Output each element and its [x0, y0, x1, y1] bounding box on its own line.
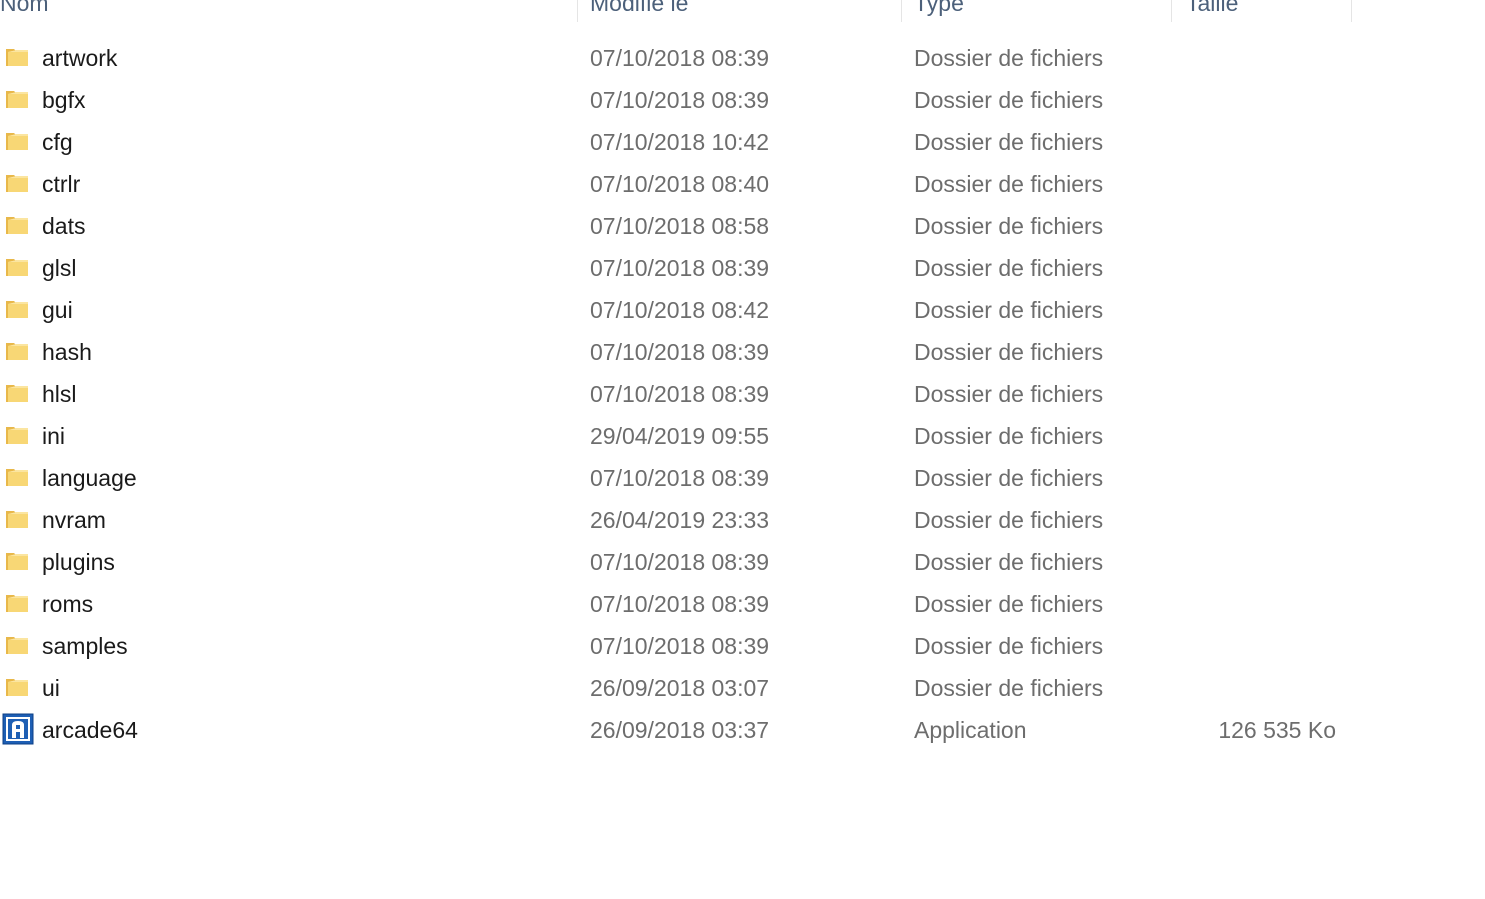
file-modified-date: 26/04/2019 23:33	[590, 507, 770, 533]
file-row[interactable]: gui 07/10/2018 08:42 Dossier de fichiers	[0, 289, 1352, 331]
file-row[interactable]: glsl 07/10/2018 08:39 Dossier de fichiers	[0, 247, 1352, 289]
file-modified-date: 07/10/2018 08:39	[590, 591, 770, 617]
file-row[interactable]: nvram 26/04/2019 23:33 Dossier de fichiers	[0, 499, 1352, 541]
folder-icon	[4, 632, 30, 658]
file-row[interactable]: cfg 07/10/2018 10:42 Dossier de fichiers	[0, 121, 1352, 163]
file-type: Dossier de fichiers	[914, 465, 1104, 491]
file-name[interactable]: glsl	[42, 247, 77, 289]
file-name[interactable]: nvram	[42, 499, 106, 541]
file-modified-date: 26/09/2018 03:37	[590, 717, 770, 743]
column-header-name[interactable]: Nom	[0, 0, 49, 22]
folder-icon	[4, 548, 30, 574]
file-name[interactable]: plugins	[42, 541, 115, 583]
folder-icon	[4, 170, 30, 196]
column-divider[interactable]	[901, 0, 902, 22]
file-type: Application	[914, 717, 1027, 743]
file-type: Dossier de fichiers	[914, 633, 1104, 659]
file-type: Dossier de fichiers	[914, 591, 1104, 617]
file-row[interactable]: arcade64 26/09/2018 03:37 Application 126 5…	[0, 709, 1352, 751]
folder-icon	[4, 296, 30, 322]
file-modified-date: 07/10/2018 08:40	[590, 171, 770, 197]
file-name[interactable]: samples	[42, 625, 128, 667]
column-header-bar: Nom Modifié le Type Taille	[0, 0, 1352, 22]
folder-icon	[4, 590, 30, 616]
folder-icon	[4, 380, 30, 406]
folder-icon	[4, 86, 30, 112]
file-type: Dossier de fichiers	[914, 675, 1104, 701]
file-name[interactable]: ctrlr	[42, 163, 80, 205]
file-size: 126 535 Ko	[1218, 717, 1336, 743]
file-explorer-list: Nom Modifié le Type Taille artwork 07/10/…	[0, 0, 1485, 899]
file-type: Dossier de fichiers	[914, 87, 1104, 113]
file-row[interactable]: samples 07/10/2018 08:39 Dossier de fichie…	[0, 625, 1352, 667]
file-row[interactable]: bgfx 07/10/2018 08:39 Dossier de fichiers	[0, 79, 1352, 121]
file-name[interactable]: artwork	[42, 37, 117, 79]
file-list: artwork 07/10/2018 08:39 Dossier de fichie…	[0, 37, 1352, 751]
folder-icon	[4, 674, 30, 700]
file-modified-date: 07/10/2018 10:42	[590, 129, 770, 155]
file-name[interactable]: ini	[42, 415, 65, 457]
file-type: Dossier de fichiers	[914, 171, 1104, 197]
file-modified-date: 07/10/2018 08:39	[590, 45, 770, 71]
file-type: Dossier de fichiers	[914, 213, 1104, 239]
file-row[interactable]: artwork 07/10/2018 08:39 Dossier de fichie…	[0, 37, 1352, 79]
column-header-type[interactable]: Type	[914, 0, 964, 22]
arcade-app-icon	[2, 713, 34, 745]
file-modified-date: 07/10/2018 08:39	[590, 633, 770, 659]
file-modified-date: 07/10/2018 08:39	[590, 381, 770, 407]
file-row[interactable]: plugins 07/10/2018 08:39 Dossier de fichie…	[0, 541, 1352, 583]
column-divider[interactable]	[1171, 0, 1172, 22]
file-modified-date: 07/10/2018 08:39	[590, 339, 770, 365]
folder-icon	[4, 506, 30, 532]
file-row[interactable]: hlsl 07/10/2018 08:39 Dossier de fichiers	[0, 373, 1352, 415]
file-row[interactable]: roms 07/10/2018 08:39 Dossier de fichiers	[0, 583, 1352, 625]
file-type: Dossier de fichiers	[914, 297, 1104, 323]
folder-icon	[4, 422, 30, 448]
file-type: Dossier de fichiers	[914, 339, 1104, 365]
file-name[interactable]: bgfx	[42, 79, 85, 121]
file-row[interactable]: ctrlr 07/10/2018 08:40 Dossier de fichiers	[0, 163, 1352, 205]
file-row[interactable]: dats 07/10/2018 08:58 Dossier de fichiers	[0, 205, 1352, 247]
folder-icon	[4, 464, 30, 490]
file-name[interactable]: ui	[42, 667, 60, 709]
column-header-size[interactable]: Taille	[1186, 0, 1238, 22]
column-header-date[interactable]: Modifié le	[590, 0, 688, 22]
file-modified-date: 26/09/2018 03:07	[590, 675, 770, 701]
file-name[interactable]: language	[42, 457, 137, 499]
file-modified-date: 07/10/2018 08:39	[590, 465, 770, 491]
file-row[interactable]: ui 26/09/2018 03:07 Dossier de fichiers	[0, 667, 1352, 709]
file-row[interactable]: language 07/10/2018 08:39 Dossier de fichi…	[0, 457, 1352, 499]
folder-icon	[4, 254, 30, 280]
file-modified-date: 07/10/2018 08:58	[590, 213, 770, 239]
folder-icon	[4, 44, 30, 70]
folder-icon	[4, 128, 30, 154]
file-name[interactable]: dats	[42, 205, 85, 247]
file-modified-date: 07/10/2018 08:39	[590, 255, 770, 281]
column-divider[interactable]	[577, 0, 578, 22]
file-type: Dossier de fichiers	[914, 423, 1104, 449]
file-type: Dossier de fichiers	[914, 129, 1104, 155]
file-name[interactable]: gui	[42, 289, 73, 331]
file-row[interactable]: hash 07/10/2018 08:39 Dossier de fichiers	[0, 331, 1352, 373]
file-name[interactable]: cfg	[42, 121, 73, 163]
file-modified-date: 07/10/2018 08:42	[590, 297, 770, 323]
file-type: Dossier de fichiers	[914, 507, 1104, 533]
folder-icon	[4, 212, 30, 238]
file-name[interactable]: roms	[42, 583, 93, 625]
file-modified-date: 07/10/2018 08:39	[590, 87, 770, 113]
folder-icon	[4, 338, 30, 364]
file-modified-date: 29/04/2019 09:55	[590, 423, 770, 449]
file-name[interactable]: arcade64	[42, 709, 138, 751]
file-row[interactable]: ini 29/04/2019 09:55 Dossier de fichiers	[0, 415, 1352, 457]
file-name[interactable]: hash	[42, 331, 92, 373]
file-name[interactable]: hlsl	[42, 373, 77, 415]
file-type: Dossier de fichiers	[914, 549, 1104, 575]
file-type: Dossier de fichiers	[914, 381, 1104, 407]
file-type: Dossier de fichiers	[914, 45, 1104, 71]
file-type: Dossier de fichiers	[914, 255, 1104, 281]
file-modified-date: 07/10/2018 08:39	[590, 549, 770, 575]
column-divider[interactable]	[1351, 0, 1352, 22]
